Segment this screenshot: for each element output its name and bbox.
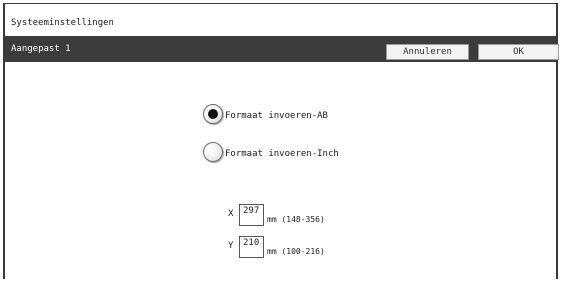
x-size-field: X 297 mm (148-356) [228,204,325,226]
y-range-label: mm (100-216) [267,247,325,256]
settings-window: Systeeminstellingen Aangepast 1 Annulere… [3,3,559,279]
content-area: Formaat invoeren-AB Formaat invoeren-Inc… [5,62,556,279]
x-axis-label: X [228,209,234,219]
radio-button-inch[interactable] [203,142,223,162]
radio-option-inch[interactable]: Formaat invoeren-Inch [203,142,339,162]
screen-label: Aangepast 1 [11,44,71,54]
y-axis-label: Y [228,241,234,251]
radio-label-ab: Formaat invoeren-AB [225,111,328,121]
ok-button[interactable]: OK [478,44,559,60]
radio-selected-dot [208,109,218,119]
title-bar: Systeeminstellingen [5,4,556,37]
radio-label-inch: Formaat invoeren-Inch [225,149,339,159]
y-value: 210 [243,238,260,248]
y-size-field: Y 210 mm (100-216) [228,236,325,258]
cancel-button[interactable]: Annuleren [386,44,469,60]
x-value-input[interactable]: 297 [239,204,264,226]
radio-button-ab[interactable] [203,104,223,124]
sub-header-bar: Aangepast 1 Annuleren OK [5,36,559,62]
radio-option-ab[interactable]: Formaat invoeren-AB [203,104,328,124]
x-range-label: mm (148-356) [267,215,325,224]
x-value: 297 [243,206,260,216]
y-value-input[interactable]: 210 [239,236,264,258]
window-title: Systeeminstellingen [11,18,114,28]
